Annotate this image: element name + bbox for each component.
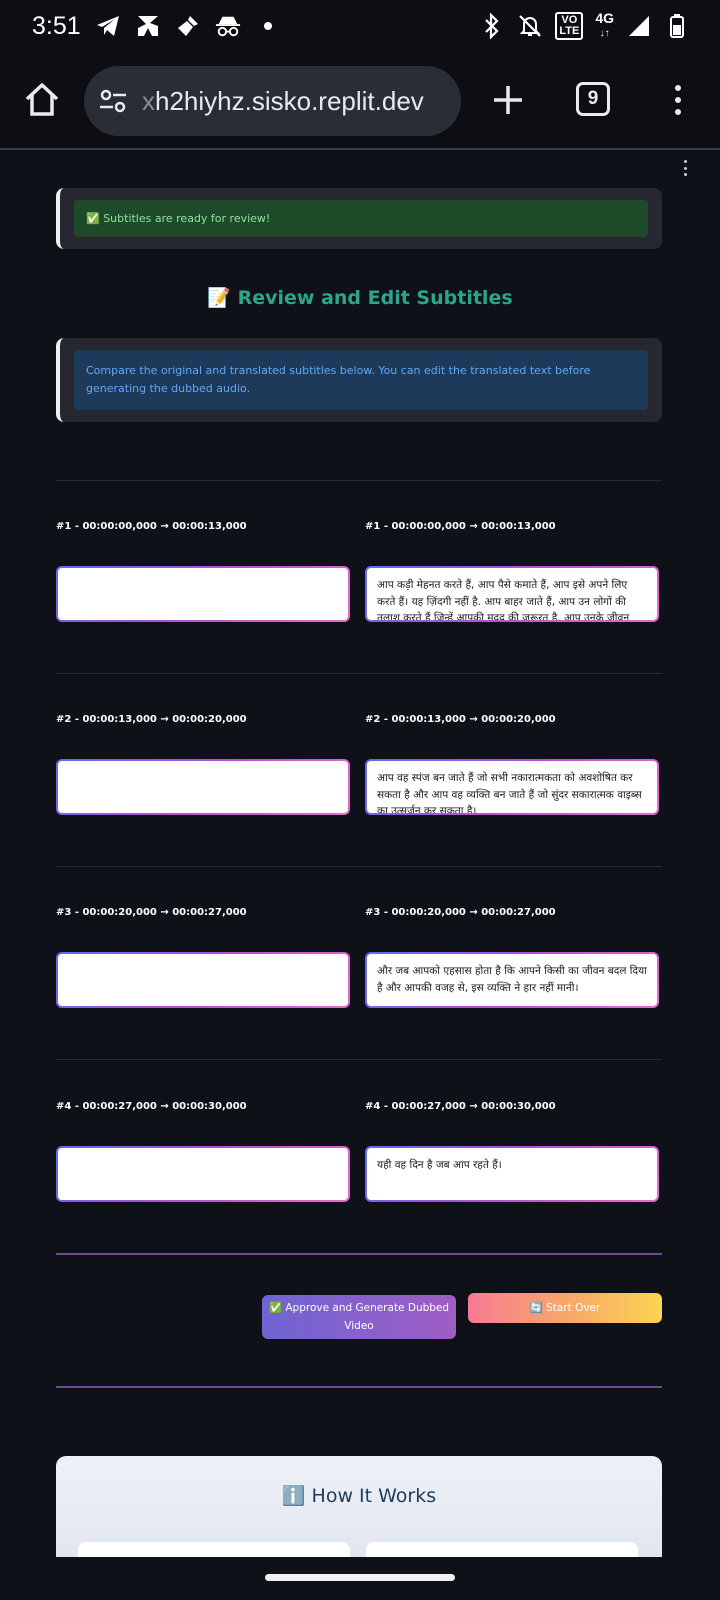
translated-timestamp: #3 - 00:00:20,000 → 00:00:27,000: [365, 907, 556, 918]
success-alert-container: ✅ Subtitles are ready for review!: [56, 188, 662, 249]
gallery-icon: [135, 13, 161, 39]
page-title: 📝 Review and Edit Subtitles: [207, 287, 513, 309]
translated-subtitle-textarea[interactable]: आप वह स्पंज बन जाते हैं जो सभी नकारात्मक…: [365, 759, 659, 815]
how-it-works-card: [366, 1542, 638, 1557]
info-alert-container: Compare the original and translated subt…: [56, 338, 662, 422]
original-subtitle-textarea[interactable]: [56, 1146, 350, 1202]
home-icon[interactable]: [22, 80, 62, 120]
how-it-works-card: [78, 1542, 350, 1557]
success-alert: ✅ Subtitles are ready for review!: [74, 200, 648, 237]
translated-subtitle-textarea[interactable]: और जब आपको एहसास होता है कि आपने किसी का…: [365, 952, 659, 1008]
tab-switcher-button[interactable]: 9: [576, 82, 610, 116]
network-type-icon: 4G ↓↑: [595, 10, 614, 39]
translated-timestamp: #1 - 00:00:00,000 → 00:00:13,000: [365, 521, 556, 532]
incognito-icon: [215, 13, 241, 39]
new-tab-icon[interactable]: [490, 82, 526, 118]
original-timestamp: #1 - 00:00:00,000 → 00:00:13,000: [56, 521, 247, 532]
original-subtitle-textarea[interactable]: [56, 952, 350, 1008]
translated-timestamp: #2 - 00:00:13,000 → 00:00:20,000: [365, 714, 556, 725]
approve-generate-button[interactable]: ✅ Approve and Generate Dubbed Video: [262, 1295, 456, 1339]
translated-subtitle-textarea[interactable]: आप कड़ी मेहनत करते हैं, आप पैसे कमाते है…: [365, 566, 659, 622]
divider: [56, 866, 662, 867]
divider: [56, 480, 662, 481]
how-it-works-title: ℹ️ How It Works: [281, 1485, 437, 1507]
divider: [56, 1059, 662, 1060]
volte-icon: VO LTE: [555, 12, 584, 40]
status-bar: 3:51 VO LTE 4G ↓↑: [0, 0, 720, 52]
notification-dot-icon: [255, 13, 281, 39]
info-alert: Compare the original and translated subt…: [74, 350, 648, 410]
page-content: ✅ Subtitles are ready for review! 📝 Revi…: [0, 152, 720, 1557]
original-subtitle-textarea[interactable]: [56, 566, 350, 622]
original-timestamp: #4 - 00:00:27,000 → 00:00:30,000: [56, 1101, 247, 1112]
telegram-icon: [95, 13, 121, 39]
url-text: xh2hiyhz.sisko.replit.dev: [142, 85, 424, 116]
browser-menu-icon[interactable]: [668, 82, 688, 118]
battery-icon: [664, 13, 690, 39]
cleaner-icon: [175, 13, 201, 39]
original-timestamp: #2 - 00:00:13,000 → 00:00:20,000: [56, 714, 247, 725]
signal-icon: [626, 13, 652, 39]
browser-toolbar: xh2hiyhz.sisko.replit.dev 9: [0, 52, 720, 150]
how-it-works-panel: ℹ️ How It Works: [56, 1456, 662, 1557]
clock: 3:51: [32, 11, 81, 40]
original-timestamp: #3 - 00:00:20,000 → 00:00:27,000: [56, 907, 247, 918]
translated-subtitle-textarea[interactable]: यही वह दिन है जब आप रहते हैं।: [365, 1146, 659, 1202]
divider: [56, 1253, 662, 1255]
divider: [56, 673, 662, 674]
address-bar[interactable]: xh2hiyhz.sisko.replit.dev: [84, 66, 461, 136]
translated-timestamp: #4 - 00:00:27,000 → 00:00:30,000: [365, 1101, 556, 1112]
start-over-button[interactable]: 🔄 Start Over: [468, 1293, 662, 1323]
mute-icon: [517, 13, 543, 39]
site-settings-icon[interactable]: [98, 86, 128, 116]
bluetooth-icon: [479, 13, 505, 39]
divider: [56, 1386, 662, 1388]
original-subtitle-textarea[interactable]: [56, 759, 350, 815]
app-menu-icon[interactable]: [680, 160, 690, 176]
gesture-home-bar[interactable]: [265, 1574, 455, 1581]
